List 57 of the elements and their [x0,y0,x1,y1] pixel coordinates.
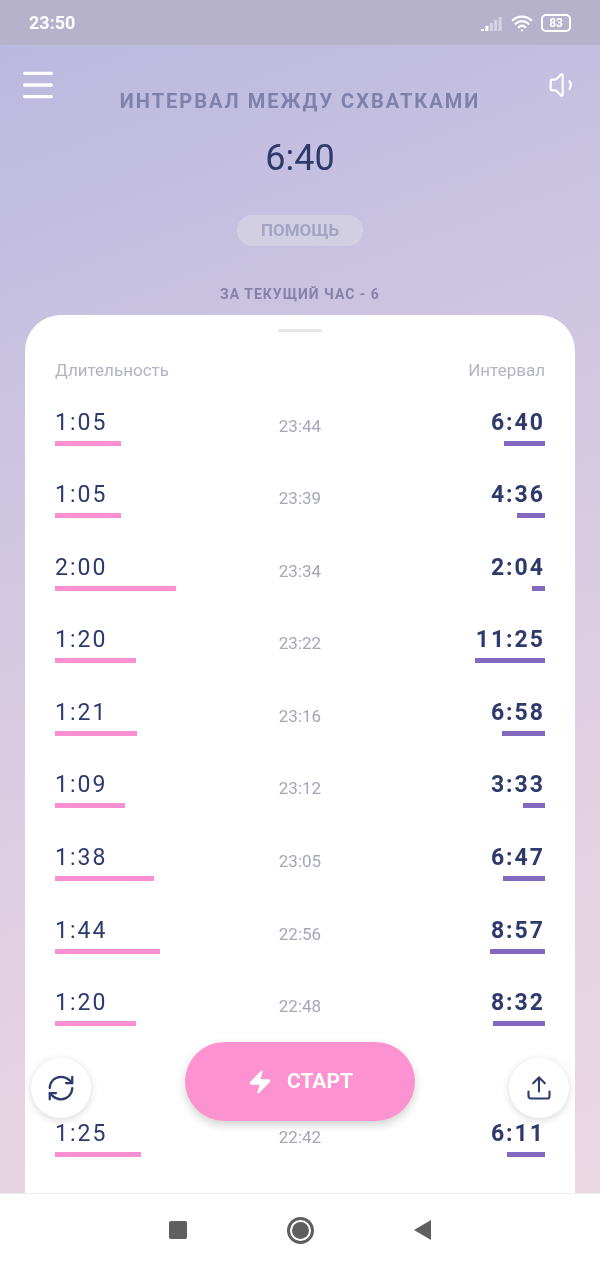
interval-bar [503,876,545,882]
duration-value: 1:05 [55,408,108,437]
duration-bar [55,513,121,519]
duration-value: 1:20 [55,989,108,1018]
interval-value: 6:47 [490,844,545,873]
duration-value: 1:44 [55,916,108,945]
refresh-icon [46,1073,76,1103]
interval-bar [502,730,545,736]
battery-indicator: 83 [541,13,571,32]
current-interval: 6:40 [265,136,335,180]
duration-bar [55,440,121,446]
back-button[interactable] [414,1220,431,1240]
start-time: 23:12 [278,777,322,801]
interval-value: 6:58 [490,698,545,727]
duration-value: 1:38 [55,844,108,873]
interval-value: 6:40 [490,408,545,437]
start-time: 22:56 [278,922,322,946]
start-time: 23:22 [278,632,322,656]
interval-bar [492,1021,545,1027]
start-time: 22:48 [278,995,322,1019]
start-time: 22:42 [278,1125,322,1149]
start-time: 23:16 [278,704,322,728]
start-button[interactable]: СТАРТ [185,1042,415,1121]
upload-icon [525,1074,553,1102]
interval-value: 11:25 [475,626,545,655]
interval-value: 8:32 [490,989,545,1018]
interval-value: 3:33 [490,771,545,800]
start-time: 23:34 [278,559,322,583]
start-time: 23:05 [278,850,322,874]
interval-bar [475,658,545,664]
interval-value: 4:36 [490,481,545,510]
interval-bar [507,1151,545,1157]
duration-value: 1:20 [55,626,108,655]
duration-value: 1:09 [55,771,108,800]
interval-value: 8:57 [490,916,545,945]
screen-title: ИНТЕРВАЛ МЕЖДУ СХВАТКАМИ [119,88,481,115]
column-header: Интервал [468,359,545,382]
signal-icon [481,14,504,31]
interval-value: 6:11 [490,1119,545,1148]
interval-bar [516,513,545,519]
interval-bar [490,948,545,954]
duration-bar [55,803,125,809]
home-button[interactable] [287,1216,314,1244]
duration-value: 1:21 [55,698,108,727]
hour-count: ЗА ТЕКУЩИЙ ЧАС - 6 [220,285,380,304]
interval-bar [532,585,545,591]
interval-bar [523,803,545,809]
interval-value: 2:04 [490,553,545,582]
duration-value: 2:00 [55,553,108,582]
column-header: Длительность [55,359,169,382]
start-time: 23:44 [278,414,322,438]
duration-value: 1:25 [55,1119,108,1148]
interval-bar [504,440,545,446]
status-time: 23:50 [29,11,76,35]
duration-value: 1:05 [55,481,108,510]
lightning-icon [247,1068,273,1095]
start-time: 23:39 [278,487,322,511]
